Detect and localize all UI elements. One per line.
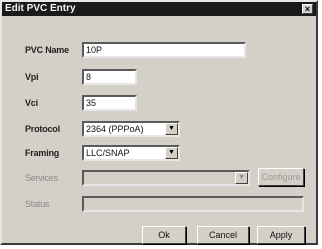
- pvc-name-input[interactable]: 10P: [82, 42, 246, 58]
- framing-select[interactable]: LLC/SNAP ▼: [82, 145, 180, 161]
- window-title: Edit PVC Entry: [5, 3, 76, 14]
- status-label: Status: [25, 199, 50, 209]
- status-field: [82, 196, 304, 212]
- framing-label: Framing: [25, 148, 60, 158]
- vci-label: Vci: [25, 98, 38, 108]
- cancel-button[interactable]: Cancel: [197, 226, 249, 244]
- title-bar[interactable]: Edit PVC Entry ×: [2, 2, 316, 16]
- vpi-label: Vpi: [25, 72, 39, 82]
- services-label: Services: [25, 173, 58, 183]
- vpi-input[interactable]: 8: [82, 69, 137, 85]
- protocol-value: 2364 (PPPoA): [86, 124, 144, 134]
- chevron-down-icon[interactable]: ▼: [165, 147, 178, 159]
- services-select: ▼: [82, 170, 250, 186]
- apply-button[interactable]: Apply: [257, 226, 305, 244]
- edit-pvc-dialog: Edit PVC Entry × PVC Name 10P Vpi 8 Vci …: [0, 0, 318, 245]
- close-icon[interactable]: ×: [302, 4, 313, 14]
- framing-value: LLC/SNAP: [86, 148, 130, 158]
- chevron-down-icon: ▼: [235, 172, 248, 184]
- protocol-label: Protocol: [25, 124, 60, 134]
- chevron-down-icon[interactable]: ▼: [165, 123, 178, 135]
- ok-button[interactable]: Ok: [142, 226, 186, 244]
- pvc-name-label: PVC Name: [25, 45, 69, 55]
- protocol-select[interactable]: 2364 (PPPoA) ▼: [82, 121, 180, 137]
- configure-button: Configure: [258, 168, 304, 186]
- vci-input[interactable]: 35: [82, 95, 137, 111]
